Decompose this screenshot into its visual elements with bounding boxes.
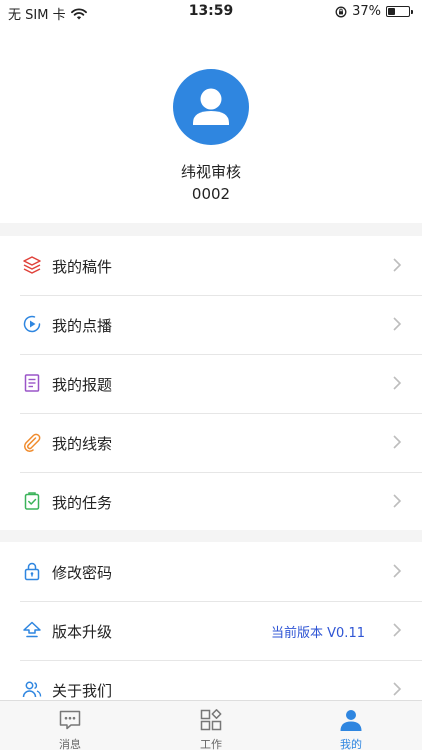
- profile-header: 纬视审核 0002: [0, 24, 422, 223]
- paperclip-icon: [23, 433, 41, 452]
- menu-item-clues[interactable]: 我的线索: [0, 413, 422, 472]
- apps-icon: [200, 709, 222, 731]
- status-bar: 无 SIM 卡 13:59 37%: [0, 0, 422, 24]
- person-avatar-icon: [193, 88, 229, 125]
- menu-item-topics[interactable]: 我的报题: [0, 354, 422, 413]
- user-id: 0002: [191, 185, 231, 203]
- tab-label: 工作: [200, 738, 222, 750]
- chevron-right-icon: [393, 317, 402, 331]
- user-name: 纬视审核: [180, 163, 241, 181]
- chevron-right-icon: [393, 623, 402, 637]
- users-icon: [22, 681, 42, 698]
- menu-item-label: 我的任务: [52, 494, 113, 512]
- menu-item-label: 修改密码: [52, 564, 113, 582]
- tab-bar: 消息 工作 我的: [0, 700, 422, 750]
- person-icon: [340, 710, 362, 731]
- document-icon: [24, 374, 40, 392]
- tab-label: 我的: [340, 738, 362, 750]
- menu-item-label: 我的线索: [52, 435, 113, 453]
- menu-item-label: 我的点播: [52, 317, 113, 335]
- lock-icon: [24, 562, 40, 581]
- tab-messages[interactable]: 消息: [0, 701, 140, 750]
- menu-item-label: 我的稿件: [52, 258, 113, 276]
- menu-item-change-password[interactable]: 修改密码: [0, 542, 422, 601]
- menu-item-label: 版本升级: [52, 623, 113, 641]
- battery-percent: 37%: [352, 4, 381, 19]
- current-version: 当前版本 V0.11: [271, 626, 365, 641]
- menu-item-manuscripts[interactable]: 我的稿件: [0, 236, 422, 295]
- menu-primary: 我的稿件 我的点播 我的报题 我的线索 我的任务: [0, 236, 422, 530]
- menu-item-label: 关于我们: [52, 682, 113, 700]
- tab-label: 消息: [59, 738, 81, 750]
- menu-item-tasks[interactable]: 我的任务: [0, 472, 422, 531]
- chevron-right-icon: [393, 494, 402, 508]
- chevron-right-icon: [393, 435, 402, 449]
- chevron-right-icon: [393, 258, 402, 272]
- message-icon: [59, 710, 81, 730]
- menu-item-version-upgrade[interactable]: 版本升级 当前版本 V0.11: [0, 601, 422, 660]
- avatar[interactable]: [173, 69, 249, 145]
- menu-secondary: 修改密码 版本升级 当前版本 V0.11 关于我们: [0, 542, 422, 700]
- chevron-right-icon: [393, 376, 402, 390]
- chevron-right-icon: [393, 564, 402, 578]
- tab-work[interactable]: 工作: [141, 701, 281, 750]
- layers-icon: [23, 256, 41, 274]
- play-circle-icon: [23, 315, 41, 333]
- menu-item-vod[interactable]: 我的点播: [0, 295, 422, 354]
- upgrade-icon: [23, 621, 41, 638]
- orientation-lock-icon: [335, 6, 347, 17]
- menu-item-about-us[interactable]: 关于我们: [0, 660, 422, 700]
- status-right: 37%: [335, 4, 413, 19]
- battery-icon: [386, 6, 413, 17]
- chevron-right-icon: [393, 682, 402, 696]
- menu-item-label: 我的报题: [52, 376, 113, 394]
- tab-mine[interactable]: 我的: [281, 701, 421, 750]
- battery-fill: [388, 8, 396, 15]
- clipboard-check-icon: [24, 492, 40, 510]
